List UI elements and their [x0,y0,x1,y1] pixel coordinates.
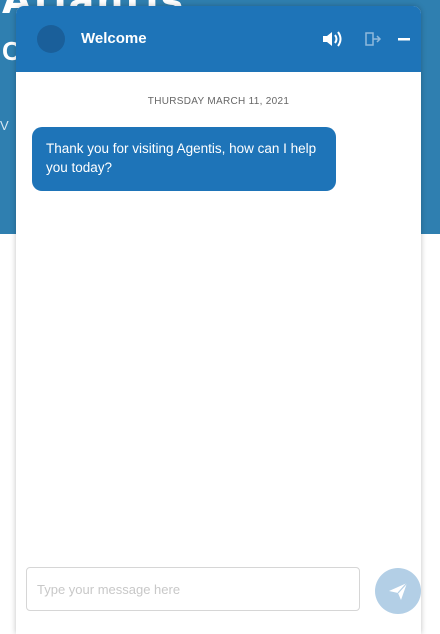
agent-avatar [37,25,65,53]
exit-icon[interactable] [361,28,385,50]
message-input[interactable] [26,567,360,611]
message-list: THURSDAY MARCH 11, 2021 Thank you for vi… [16,72,421,562]
speaker-icon[interactable] [321,28,345,50]
agent-message: Thank you for visiting Agentis, how can … [32,127,336,191]
message-composer [16,562,421,634]
date-separator: THURSDAY MARCH 11, 2021 [147,96,290,107]
chat-title: Welcome [81,30,147,47]
send-icon [389,582,408,600]
background-side-text: V [0,118,9,133]
chat-header: Welcome [16,6,421,72]
chat-widget: Welcome THURSDAY MARCH 11, 2021 Thank yo… [16,6,421,634]
send-button[interactable] [375,568,421,614]
minimize-icon[interactable] [392,28,416,50]
